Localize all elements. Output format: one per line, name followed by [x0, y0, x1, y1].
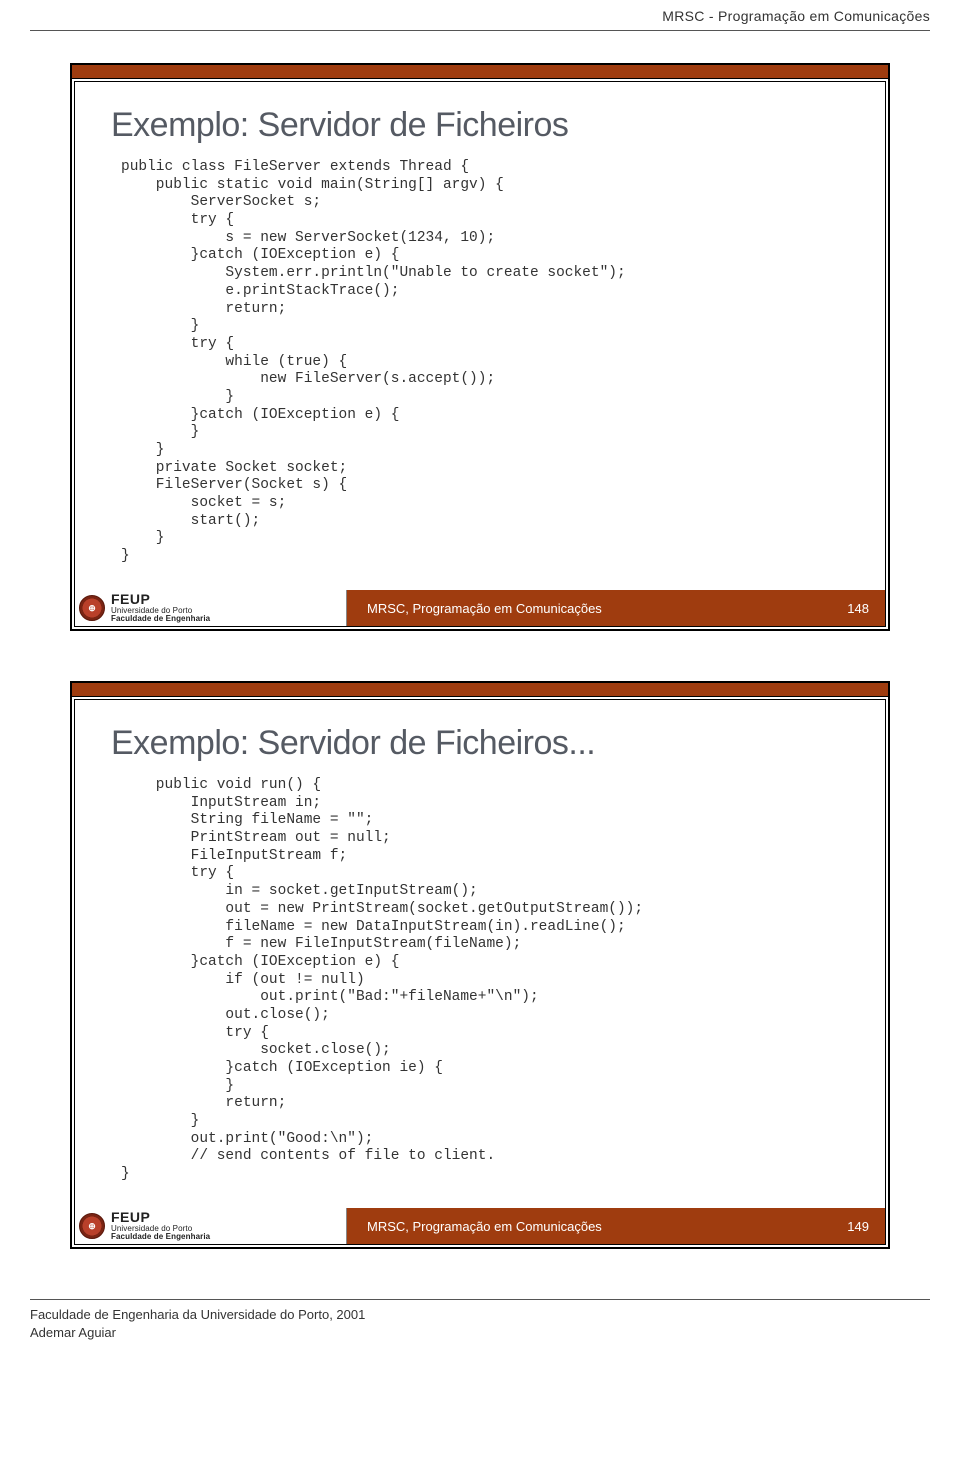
slide-top-accent — [72, 683, 888, 697]
slide-footer: ⊕ FEUP Universidade do Porto Faculdade d… — [75, 1208, 885, 1244]
slide-title: Exemplo: Servidor de Ficheiros — [111, 106, 849, 145]
footer-line1: Faculdade de Engenharia da Universidade … — [30, 1306, 930, 1324]
code-block: public class FileServer extends Thread {… — [121, 159, 849, 566]
feup-line2: Faculdade de Engenharia — [111, 1233, 210, 1241]
slide-page-number: 149 — [847, 1219, 869, 1234]
footer-course-text: MRSC, Programação em Comunicações — [367, 1219, 602, 1234]
page-footer: Faculdade de Engenharia da Universidade … — [30, 1299, 930, 1341]
doc-header: MRSC - Programação em Comunicações — [0, 0, 960, 30]
feup-text: FEUP Universidade do Porto Faculdade de … — [111, 592, 210, 623]
feup-logo-block: ⊕ FEUP Universidade do Porto Faculdade d… — [75, 590, 347, 626]
slide-title: Exemplo: Servidor de Ficheiros... — [111, 724, 849, 763]
slide-top-accent — [72, 65, 888, 79]
feup-text: FEUP Universidade do Porto Faculdade de … — [111, 1210, 210, 1241]
slide-body: Exemplo: Servidor de Ficheiros... public… — [75, 700, 885, 1200]
slide-footer: ⊕ FEUP Universidade do Porto Faculdade d… — [75, 590, 885, 626]
feup-name-text: FEUP — [111, 591, 150, 607]
slide-page-number: 148 — [847, 601, 869, 616]
slide-footer-bar: MRSC, Programação em Comunicações 148 — [347, 590, 885, 626]
slides-container: Exemplo: Servidor de Ficheiros public cl… — [0, 31, 960, 1249]
footer-course-text: MRSC, Programação em Comunicações — [367, 601, 602, 616]
code-block: public void run() { InputStream in; Stri… — [121, 777, 849, 1184]
footer-line2: Ademar Aguiar — [30, 1324, 930, 1342]
seal-icon: ⊕ — [79, 1213, 105, 1239]
feup-name: FEUP — [111, 1210, 210, 1225]
slide-body: Exemplo: Servidor de Ficheiros public cl… — [75, 82, 885, 582]
seal-icon: ⊕ — [79, 595, 105, 621]
slide-inner: Exemplo: Servidor de Ficheiros public cl… — [74, 81, 886, 627]
feup-name-text: FEUP — [111, 1209, 150, 1225]
feup-logo-block: ⊕ FEUP Universidade do Porto Faculdade d… — [75, 1208, 347, 1244]
slide-footer-bar: MRSC, Programação em Comunicações 149 — [347, 1208, 885, 1244]
feup-line2: Faculdade de Engenharia — [111, 615, 210, 623]
slide-2: Exemplo: Servidor de Ficheiros... public… — [70, 681, 890, 1249]
feup-name: FEUP — [111, 592, 210, 607]
slide-1: Exemplo: Servidor de Ficheiros public cl… — [70, 63, 890, 631]
slide-inner: Exemplo: Servidor de Ficheiros... public… — [74, 699, 886, 1245]
